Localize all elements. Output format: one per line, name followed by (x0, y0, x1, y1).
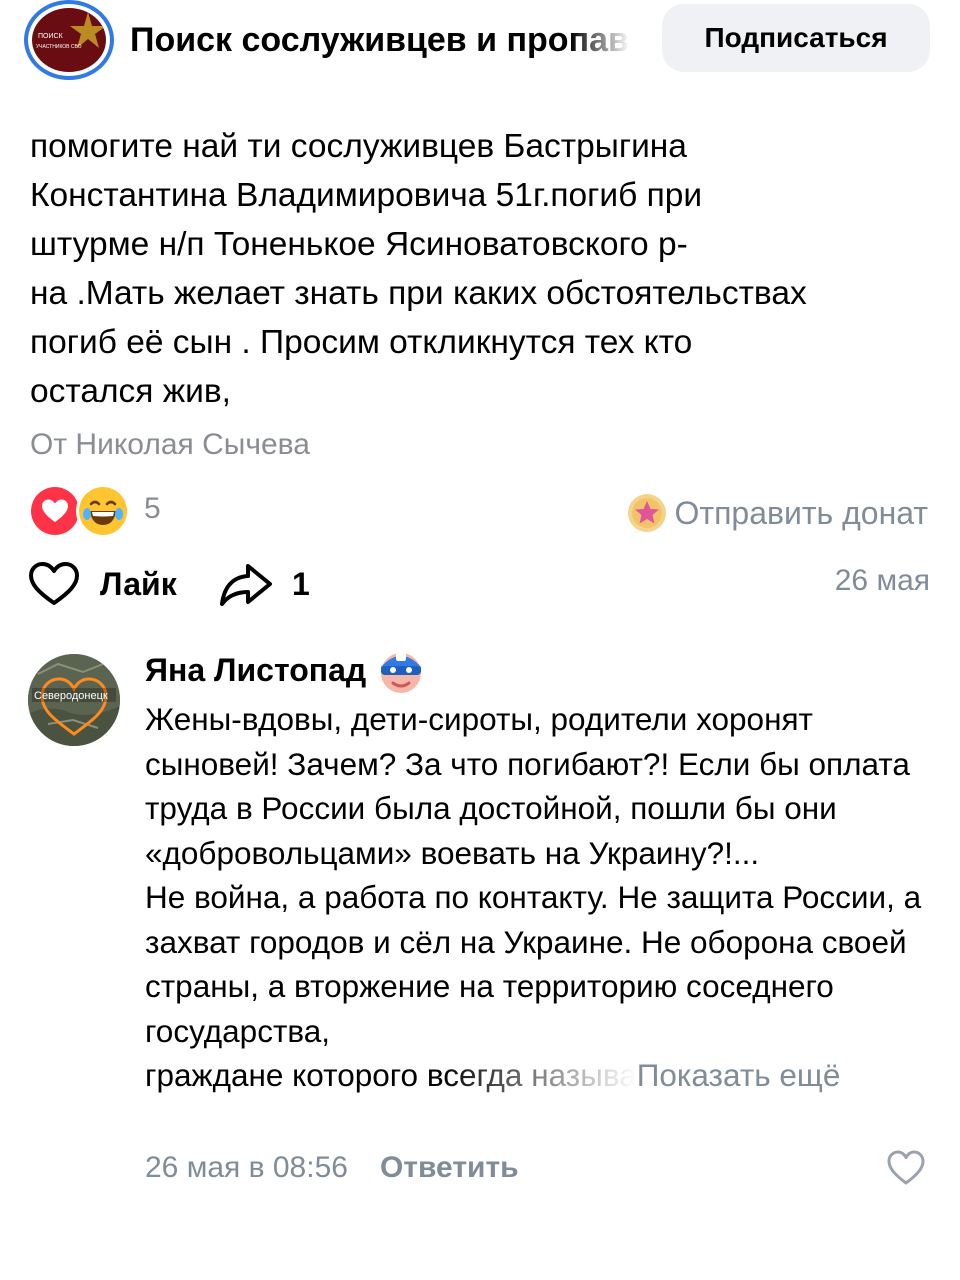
donate-button[interactable]: Отправить донат (627, 490, 928, 536)
comment-paragraph-1: Жены-вдовы, дети-сироты, родители хороня… (145, 701, 910, 871)
comment-fade-text: граждане которого всегда называ (145, 1057, 637, 1093)
group-avatar-text-1: ПОИСК (38, 33, 64, 40)
share-button[interactable]: 1 (218, 556, 310, 612)
commenter-avatar[interactable]: Северодонецк (28, 654, 120, 746)
star-coin-icon (627, 494, 666, 532)
reply-button[interactable]: Ответить (380, 1151, 519, 1185)
subscribe-button[interactable]: Подписаться (662, 4, 930, 72)
group-title[interactable]: Поиск сослуживцев и пропавших (130, 18, 630, 62)
post-author[interactable]: От Николая Сычева (30, 428, 310, 462)
group-avatar[interactable]: ПОИСК УЧАСТНИКОВ СВО (24, 0, 114, 80)
masked-hero-badge-icon[interactable] (376, 645, 426, 695)
comment-author: Яна Листопад (145, 645, 426, 695)
share-count: 1 (292, 565, 310, 602)
group-avatar-image: ПОИСК УЧАСТНИКОВ СВО (32, 8, 106, 72)
commenter-avatar-label: Северодонецк (34, 690, 108, 702)
show-more-link[interactable]: Показать ещё (637, 1057, 841, 1093)
comment-author-name[interactable]: Яна Листопад (145, 652, 366, 689)
reaction-count[interactable]: 5 (144, 492, 161, 526)
heart-outline-icon (29, 562, 79, 605)
comment-like-heart-icon[interactable] (886, 1148, 926, 1188)
comment-paragraph-2: Не война, а работа по контакту. Не защит… (145, 879, 922, 1049)
laughing-face-icon[interactable] (76, 484, 130, 538)
comment-meta: 26 мая в 08:56 Ответить (145, 1148, 519, 1188)
post-actions: Лайк 1 26 мая (28, 556, 930, 616)
post-date[interactable]: 26 мая (835, 564, 930, 598)
donate-label: Отправить донат (674, 494, 928, 531)
group-header: ПОИСК УЧАСТНИКОВ СВО Поиск сослуживцев и… (0, 0, 960, 96)
heart-icon[interactable] (28, 484, 82, 538)
post-text: помогите най ти сослуживцев Бастрыгина К… (30, 128, 807, 410)
share-arrow-icon (220, 564, 272, 606)
like-button[interactable]: Лайк (28, 556, 177, 612)
comment-text: Жены-вдовы, дети-сироты, родители хороня… (145, 697, 935, 1098)
comment-date[interactable]: 26 мая в 08:56 (145, 1151, 348, 1185)
comment-truncated-line: граждане которого всегда называПоказать … (145, 1053, 935, 1098)
reactions-row: 5 Отправить донат (28, 484, 928, 540)
group-avatar-text-2: УЧАСТНИКОВ СВО (36, 44, 82, 50)
like-label: Лайк (100, 565, 177, 602)
